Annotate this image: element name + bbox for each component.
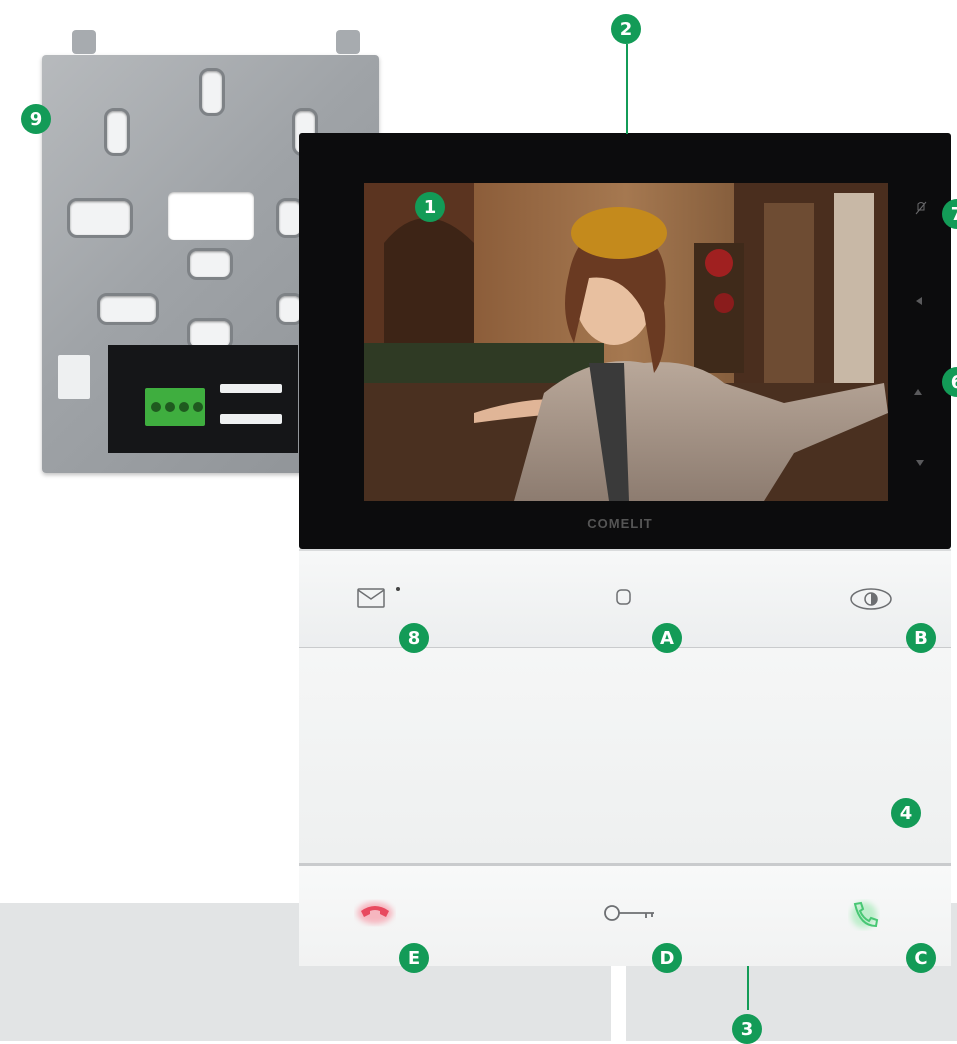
bracket-slot [187,248,233,280]
bracket-slot [97,293,159,325]
bracket-slot [104,108,130,156]
speaker-panel [299,648,951,866]
down-arrow-icon[interactable] [915,458,925,468]
hang-up-icon[interactable] [354,898,396,928]
left-arrow-icon[interactable] [914,296,924,306]
callout-2: 2 [611,14,641,44]
home-button-icon[interactable] [614,586,634,610]
eye-icon[interactable] [848,586,894,612]
up-arrow-icon[interactable] [913,387,923,397]
bracket-contact [220,384,282,393]
callout-9: 9 [21,104,51,134]
callout-B: B [906,623,936,653]
callout-1: 1 [415,192,445,222]
bracket-slot [67,198,133,238]
bracket-contact [220,414,282,424]
callout-4: 4 [891,798,921,828]
callout-8: 8 [399,623,429,653]
mute-icon[interactable] [915,200,927,216]
brand-logo: COMELIT [587,516,653,531]
answer-call-icon[interactable] [846,895,886,935]
bracket-slot [199,68,225,116]
callout-D: D [652,943,682,973]
doorbell-camera-image [364,183,888,501]
green-terminal-connector [145,388,205,426]
bracket-clip [58,355,90,399]
callout-C: C [906,943,936,973]
bracket-cable-opening [168,192,254,240]
bracket-hook-left [72,30,96,54]
callout-A: A [652,623,682,653]
video-screen [364,183,888,501]
callout-3-leader [747,966,749,1010]
mail-icon[interactable] [356,585,404,611]
bracket-hook-right [336,30,360,54]
door-key-icon[interactable] [602,901,658,925]
callout-E: E [399,943,429,973]
callout-3: 3 [732,1014,762,1044]
callout-2-leader [626,44,628,134]
